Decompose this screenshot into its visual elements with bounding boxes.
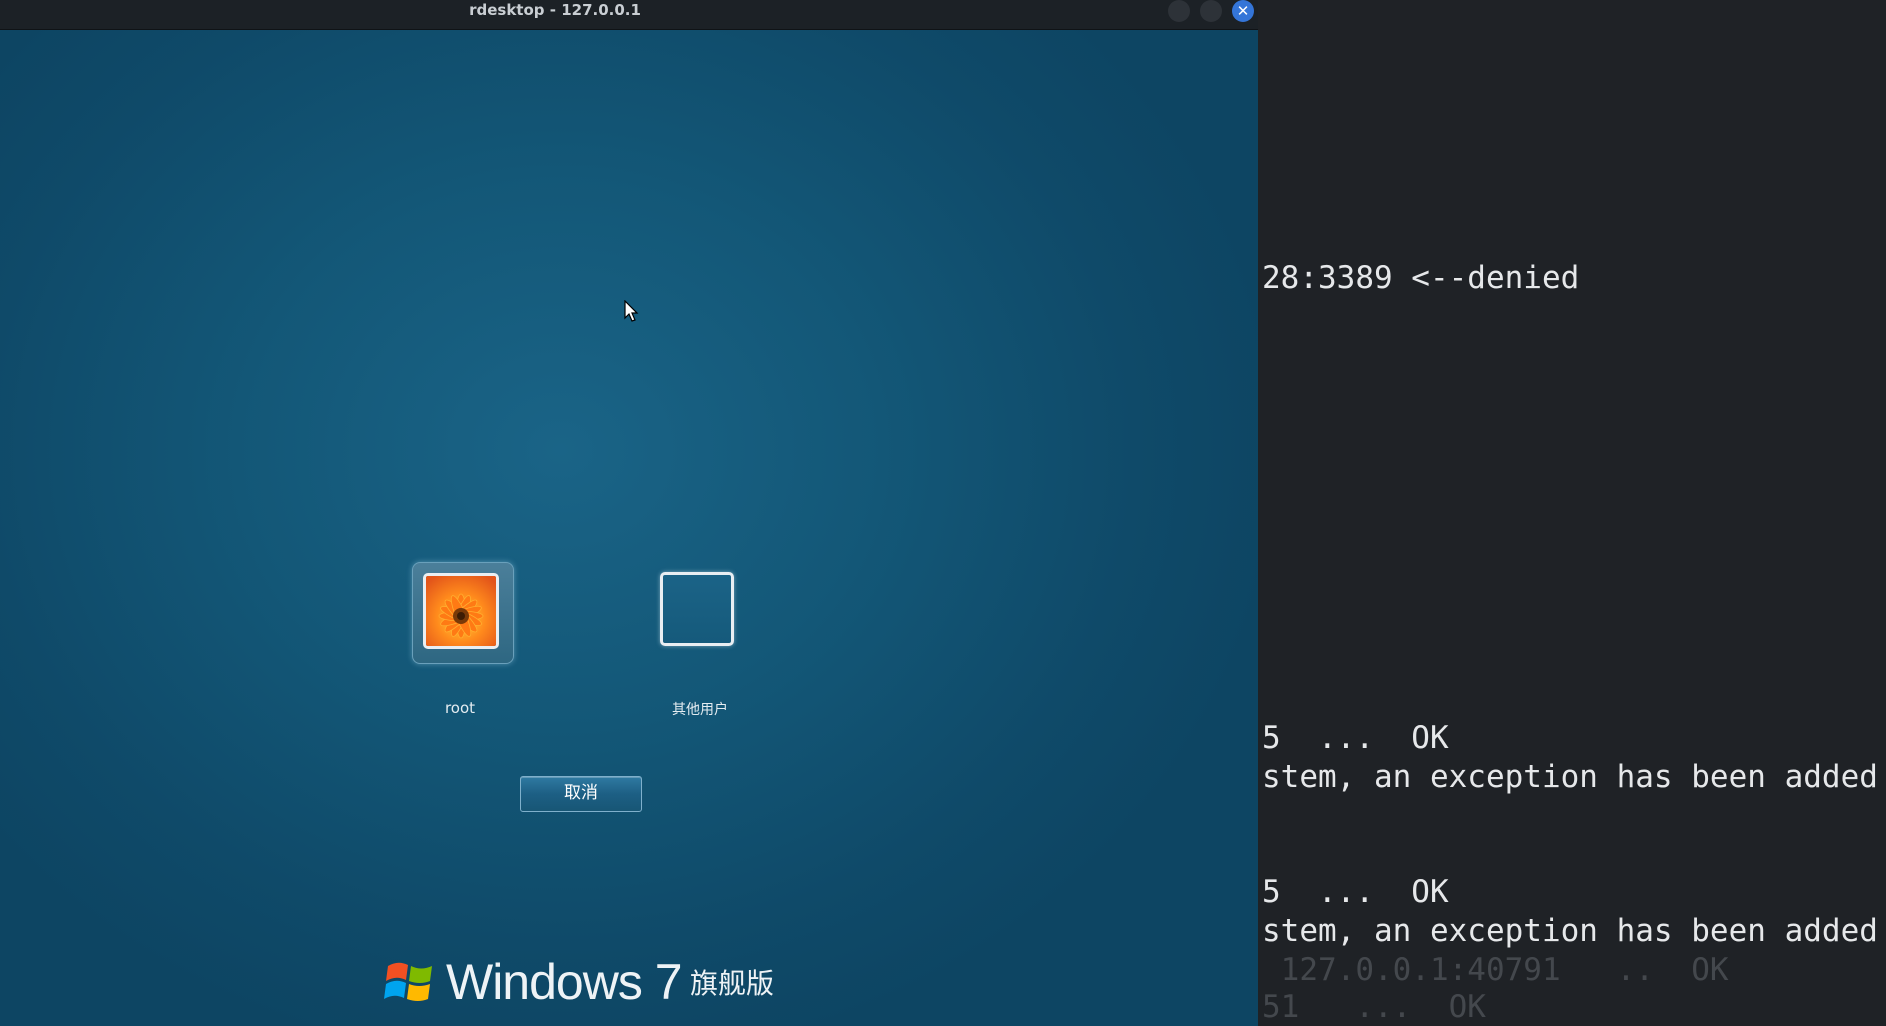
cancel-button[interactable]: 取消 — [520, 776, 642, 812]
window-title: rdesktop - 127.0.0.1 — [469, 1, 641, 19]
terminal-line: 28:3389 <--denied — [1262, 260, 1580, 296]
minimize-button[interactable] — [1168, 0, 1190, 22]
windows-branding: Windows 7 旗舰版 — [384, 952, 804, 1012]
user-tile-frame — [412, 562, 514, 664]
windows-login-screen: root 其他用户 取消 Windows 7 旗舰版 — [0, 30, 1258, 1026]
windows-wordmark: Windows 7 — [446, 954, 683, 1010]
terminal-line: 127.0.0.1:40791 .. OK — [1262, 952, 1729, 988]
blank-avatar-icon — [660, 572, 734, 646]
terminal-line: 51 ... OK — [1262, 989, 1486, 1025]
user-tile-root[interactable]: root — [392, 562, 532, 717]
mouse-cursor-icon — [624, 300, 639, 322]
windows-flag-icon — [384, 962, 432, 1001]
user-tile-other-user[interactable]: 其他用户 — [630, 562, 770, 718]
user-name-label: root — [444, 699, 476, 717]
close-button[interactable]: ✕ — [1232, 0, 1254, 22]
user-name-label: 其他用户 — [672, 702, 728, 718]
terminal-line: 5 ... OK — [1262, 720, 1449, 756]
desktop: rdesktop - 127.0.0.1 ✕ root 其他用户 取消 Wind… — [0, 0, 1886, 1026]
flower-avatar-icon — [423, 573, 499, 649]
terminal-line: stem, an exception has been added — [1262, 913, 1878, 949]
terminal-line: 5 ... OK — [1262, 874, 1449, 910]
windows-edition-label: 旗舰版 — [690, 967, 775, 1000]
terminal-line: stem, an exception has been added — [1262, 759, 1878, 795]
maximize-button[interactable] — [1200, 0, 1222, 22]
terminal-panel[interactable]: 28:3389 <--denied 5 ... OK stem, an exce… — [1258, 0, 1886, 1026]
close-icon: ✕ — [1236, 2, 1250, 20]
rdesktop-window[interactable]: rdesktop - 127.0.0.1 ✕ root 其他用户 取消 Wind… — [0, 0, 1258, 1026]
window-titlebar[interactable]: rdesktop - 127.0.0.1 ✕ — [0, 0, 1258, 30]
